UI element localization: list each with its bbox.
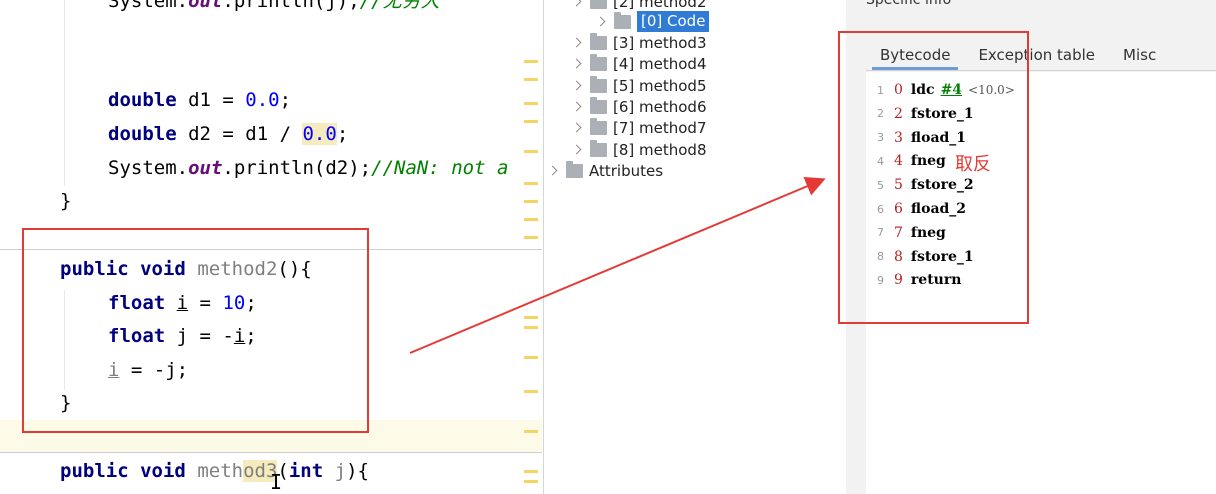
folder-icon (590, 32, 607, 50)
chevron-right-icon[interactable] (572, 145, 582, 155)
folder-icon (590, 75, 607, 93)
tree-item[interactable]: [8] method8 (572, 139, 707, 160)
code-token: .println(d2); (222, 157, 372, 179)
code-line[interactable]: } (60, 188, 71, 214)
code-token: void (140, 460, 186, 482)
chevron-right-icon[interactable] (572, 81, 582, 91)
structure-tree[interactable]: [2] method2 [0] Code [3] method3 [4] method… (543, 0, 846, 494)
stripe-mark[interactable] (524, 60, 538, 63)
code-token: d1 = (176, 89, 246, 111)
folder-icon (590, 117, 607, 135)
bytecode-highlight-box (838, 31, 1029, 324)
stripe-mark[interactable] (524, 120, 538, 123)
code-token: ; (336, 123, 349, 145)
code-token: System. (108, 157, 189, 179)
tree-item-label: [7] method7 (613, 118, 707, 137)
code-token: meth (197, 460, 244, 482)
code-line[interactable]: System.out.println(j);//无穷大 (108, 0, 440, 14)
chevron-right-icon[interactable] (572, 59, 582, 69)
method-separator (0, 452, 542, 453)
tree-item[interactable]: [6] method6 (572, 96, 707, 117)
tree-item-label: [2] method2 (613, 0, 707, 11)
folder-icon (590, 53, 607, 71)
folder-icon (614, 11, 631, 29)
code-line[interactable]: double d2 = d1 / 0.0; (108, 121, 348, 147)
code-token: .println(j); (222, 0, 360, 12)
tree-item[interactable]: Attributes (548, 160, 663, 181)
stripe-mark[interactable] (524, 200, 538, 203)
stripe-mark[interactable] (524, 78, 538, 81)
code-line[interactable]: System.out.println(d2);//NaN: not a (108, 155, 508, 181)
tree-item[interactable]: [0] Code (596, 11, 710, 32)
stripe-mark[interactable] (524, 356, 538, 359)
tree-item[interactable]: [3] method3 (572, 32, 707, 53)
chevron-right-icon[interactable] (596, 17, 606, 27)
code-token: d2 = d1 / (176, 123, 303, 145)
tree-item-label: [5] method5 (613, 76, 707, 95)
panel-title: Specific info (866, 0, 952, 8)
folder-icon (566, 160, 583, 178)
code-token: 0.0 (245, 89, 280, 111)
folder-icon (590, 96, 607, 114)
code-token: //NaN: not a (371, 157, 509, 179)
folder-icon (590, 139, 607, 157)
code-token: double (108, 89, 177, 111)
stripe-mark[interactable] (524, 390, 538, 393)
stripe-mark[interactable] (524, 150, 538, 153)
code-token: } (60, 190, 72, 212)
method2-highlight-box (22, 228, 369, 433)
tree-item-label: [4] method4 (613, 54, 707, 73)
indent-guide (64, 0, 65, 186)
error-stripe[interactable] (524, 0, 542, 494)
stripe-mark[interactable] (524, 182, 538, 185)
code-token: int (288, 460, 324, 482)
code-token: System. (108, 0, 189, 12)
tree-item[interactable]: [4] method4 (572, 53, 707, 74)
annotation-label: 取反 (955, 154, 991, 175)
code-token: out (188, 0, 223, 12)
tree-item-label: Attributes (589, 161, 664, 180)
chevron-right-icon[interactable] (572, 38, 582, 48)
chevron-right-icon[interactable] (572, 0, 582, 7)
stripe-mark[interactable] (524, 430, 538, 433)
stripe-mark[interactable] (524, 470, 538, 473)
tree-item-label: [3] method3 (613, 33, 707, 52)
tree-item[interactable]: [7] method7 (572, 117, 707, 138)
tree-item[interactable]: [5] method5 (572, 75, 707, 96)
stripe-mark[interactable] (524, 480, 538, 483)
stripe-mark[interactable] (524, 102, 538, 105)
stripe-mark[interactable] (524, 236, 538, 239)
code-token: public (60, 460, 129, 482)
code-token: 0.0 (302, 123, 337, 145)
chevron-right-icon[interactable] (548, 166, 558, 176)
stripe-mark[interactable] (524, 218, 538, 221)
chevron-right-icon[interactable] (572, 123, 582, 133)
stripe-mark[interactable] (524, 326, 538, 329)
text-cursor-icon: I (270, 470, 283, 494)
code-token: out (188, 157, 223, 179)
tree-item-label: [0] Code (637, 11, 710, 32)
code-line[interactable]: double d1 = 0.0; (108, 87, 291, 113)
tree-item-label: [8] method8 (613, 140, 707, 159)
stripe-mark[interactable] (524, 316, 538, 319)
chevron-right-icon[interactable] (572, 102, 582, 112)
code-token: ; (279, 89, 292, 111)
tree-item-label: [6] method6 (613, 97, 707, 116)
folder-icon (590, 0, 607, 9)
code-token: double (108, 123, 177, 145)
tab-misc[interactable]: Misc (1109, 44, 1170, 70)
code-token: //无穷大 (359, 0, 440, 12)
code-token: j (334, 460, 347, 482)
code-line[interactable]: public void method3(int j){ (60, 458, 369, 484)
code-token: ){ (346, 460, 369, 482)
